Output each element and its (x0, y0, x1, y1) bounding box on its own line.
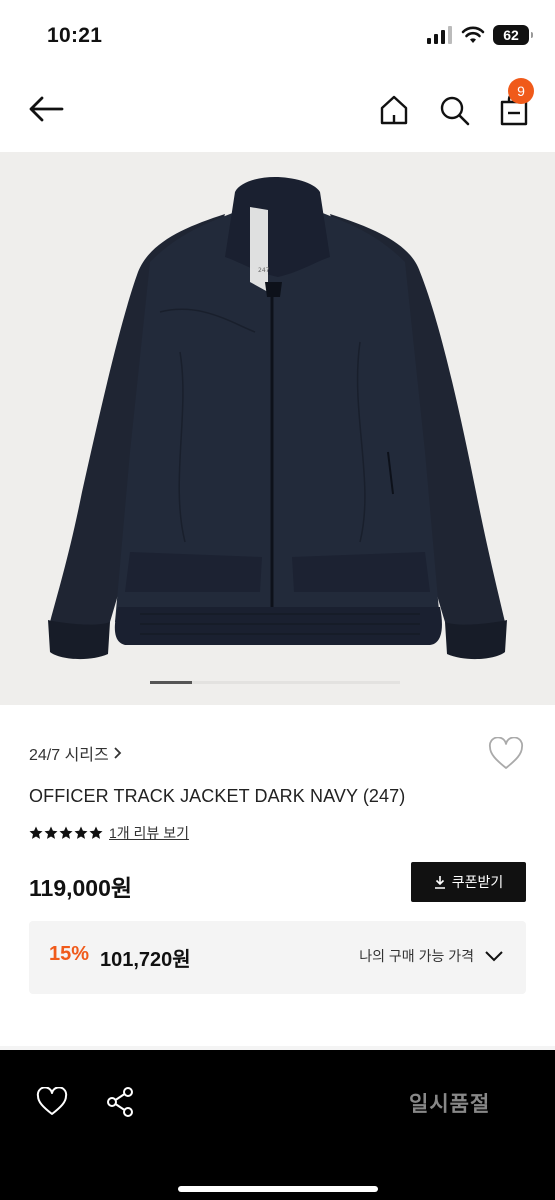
discount-price-box[interactable]: 15% 101,720원 나의 구매 가능 가격 (29, 921, 526, 994)
product-title: OFFICER TRACK JACKET DARK NAVY (247) (29, 786, 406, 806)
chevron-down-icon (485, 951, 503, 962)
jacket-tag-label: 247 (258, 267, 270, 274)
home-icon[interactable] (377, 93, 411, 127)
download-icon (434, 876, 445, 889)
carousel-active-segment (150, 681, 192, 684)
product-price: 119,000원 (29, 875, 133, 901)
home-indicator (178, 1186, 378, 1192)
discount-toggle[interactable]: 나의 구매 가능 가격 (359, 946, 504, 966)
product-image[interactable]: 247 (0, 152, 555, 705)
star-icon (59, 826, 73, 839)
discount-price: 101,720원 (100, 949, 191, 971)
coupon-button[interactable]: 쿠폰받기 (411, 862, 526, 902)
heart-icon[interactable] (36, 1087, 68, 1117)
signal-icon (427, 26, 452, 44)
search-icon[interactable] (437, 93, 471, 127)
share-icon[interactable] (104, 1086, 136, 1118)
star-icon (74, 826, 88, 839)
series-label: 24/7 시리즈 (29, 747, 109, 764)
jacket-illustration: 247 (48, 177, 507, 660)
chevron-right-icon (114, 747, 122, 759)
back-arrow-icon[interactable] (26, 93, 66, 125)
review-link[interactable]: 1개 리뷰 보기 (109, 823, 189, 843)
carousel-indicator (150, 681, 400, 684)
discount-toggle-label: 나의 구매 가능 가격 (359, 948, 474, 964)
status-bar: 10:21 62 (0, 0, 555, 70)
wifi-icon (461, 26, 485, 43)
status-indicators: 62 (427, 25, 533, 45)
cart-count-badge: 9 (508, 78, 534, 104)
star-icon (29, 826, 43, 839)
star-rating (29, 826, 103, 840)
star-icon (89, 826, 103, 839)
discount-rate: 15% (49, 943, 90, 965)
coupon-label: 쿠폰받기 (451, 874, 504, 890)
battery-indicator: 62 (493, 25, 533, 45)
app-header (0, 75, 555, 145)
bottom-action-bar: 일시품절 (0, 1050, 555, 1200)
rating-row: 1개 리뷰 보기 (29, 823, 189, 843)
heart-icon[interactable] (488, 737, 524, 771)
star-icon (44, 826, 58, 839)
soldout-button[interactable]: 일시품절 (409, 1088, 490, 1118)
status-time: 10:21 (47, 24, 103, 47)
series-link[interactable]: 24/7 시리즈 (29, 741, 123, 765)
